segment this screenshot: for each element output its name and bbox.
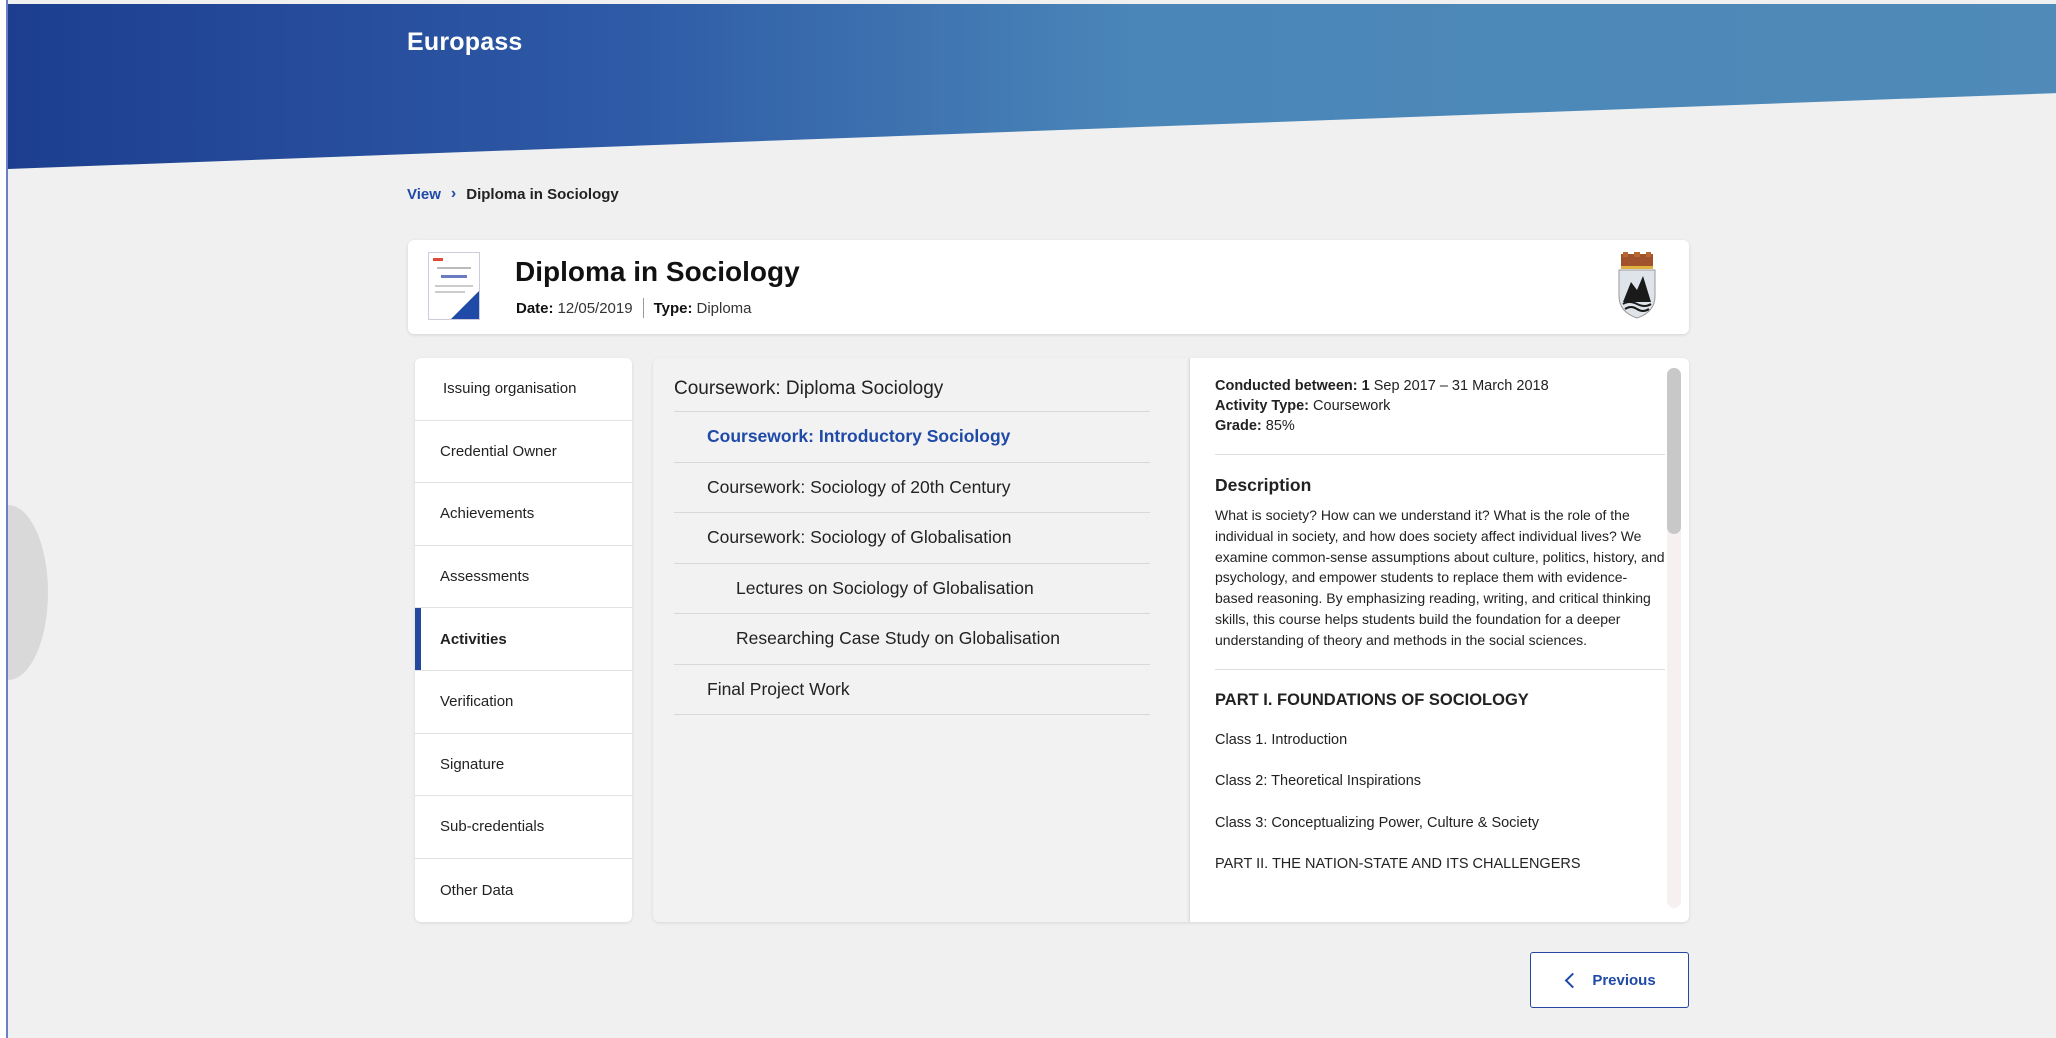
nav-item-label: Sub-credentials [440,818,545,836]
section-nav: Issuing organisation Credential Owner Ac… [415,358,632,922]
nav-item-credential-owner[interactable]: Credential Owner [415,421,632,484]
class-item: Class 2: Theoretical Inspirations [1215,773,1422,790]
activity-type-value: Coursework [1309,398,1391,414]
diploma-thumbnail[interactable] [428,252,480,320]
nav-item-label: Achievements [440,505,535,523]
nav-item-other-data[interactable]: Other Data [415,859,632,922]
conducted-label: Conducted between: [1215,378,1358,394]
breadcrumb-current: Diploma in Sociology [466,185,619,203]
tree-item[interactable]: Final Project Work [674,663,1150,715]
header-banner [8,4,2056,169]
issuer-crest-icon [1618,252,1656,319]
nav-item-verification[interactable]: Verification [415,671,632,734]
tree-divider [674,714,1150,715]
credential-title: Diploma in Sociology [515,256,800,287]
type-value: Diploma [696,299,752,317]
nav-item-label: Issuing organisation [443,380,577,398]
brand-logo-text[interactable]: Europass [407,28,523,57]
date-value: 12/05/2019 [557,299,633,317]
tree-item[interactable]: Coursework: Sociology of Globalisation [674,512,1150,563]
activity-detail-panel: Conducted between: 1 Sep 2017 – 31 March… [1189,358,1689,922]
activities-tree-panel: Coursework: Diploma Sociology Coursework… [653,358,1189,922]
tree-item[interactable]: Coursework: Sociology of 20th Century [674,461,1150,513]
breadcrumb: View › Diploma in Sociology [407,185,619,203]
divider [1215,668,1665,670]
grade-label: Grade: [1215,418,1262,434]
nav-item-achievements[interactable]: Achievements [415,483,632,546]
grade-value: 85% [1261,418,1295,434]
tree-root-item[interactable]: Coursework: Diploma Sociology [674,378,943,400]
divider [1215,454,1665,455]
nav-item-signature[interactable]: Signature [415,734,632,797]
tree-item[interactable]: Researching Case Study on Globalisation [674,613,1150,664]
nav-item-label: Credential Owner [440,442,557,460]
chevron-right-icon: › [450,185,457,202]
part1-title: PART I. FOUNDATIONS OF SOCIOLOGY [1215,690,1529,709]
description-title: Description [1215,475,1312,495]
nav-item-label: Other Data [440,881,514,899]
tree-list: Coursework: Introductory Sociology Cours… [674,411,1150,715]
side-decoration [8,505,48,680]
previous-button[interactable]: Previous [1530,952,1689,1008]
activity-type-label: Activity Type: [1215,398,1310,414]
window-left-border [0,0,8,1038]
part2-title: PART II. THE NATION-STATE AND ITS CHALLE… [1215,856,1581,873]
class-item: Class 3: Conceptualizing Power, Culture … [1215,814,1539,831]
tree-item[interactable]: Lectures on Sociology of Globalisation [674,562,1150,614]
nav-item-activities[interactable]: Activities [415,608,632,671]
description-text: What is society? How can we understand i… [1215,507,1665,648]
date-label: Date: [516,299,554,317]
credential-meta: Date: 12/05/2019 Type: Diploma [516,298,752,318]
nav-item-label: Activities [440,630,507,648]
nav-item-label: Signature [440,755,505,773]
nav-item-sub-credentials[interactable]: Sub-credentials [415,796,632,859]
conducted-row: Conducted between: 1 Sep 2017 – 31 March… [1215,376,1665,396]
credential-header-card: Diploma in Sociology Date: 12/05/2019 Ty… [408,240,1689,334]
nav-item-issuing-organisation[interactable]: Issuing organisation [415,358,632,421]
class-item: Class 1. Introduction [1215,731,1348,748]
grade-row: Grade: 85% [1215,416,1665,436]
nav-item-label: Verification [440,693,514,711]
scrollbar-thumb[interactable] [1667,368,1681,534]
chevron-left-icon [1565,972,1581,988]
nav-item-label: Assessments [440,568,530,586]
tree-item[interactable]: Coursework: Introductory Sociology [674,411,1150,462]
conducted-value: Sep 2017 – 31 March 2018 [1369,378,1549,394]
breadcrumb-link-view[interactable]: View [407,186,441,203]
activity-type-row: Activity Type: Coursework [1215,396,1665,416]
detail-content: Conducted between: 1 Sep 2017 – 31 March… [1215,376,1665,874]
conducted-value-bold: 1 [1357,378,1370,394]
nav-item-assessments[interactable]: Assessments [415,546,632,609]
type-label: Type: [653,299,693,317]
meta-divider [642,298,644,318]
previous-button-label: Previous [1592,971,1656,989]
